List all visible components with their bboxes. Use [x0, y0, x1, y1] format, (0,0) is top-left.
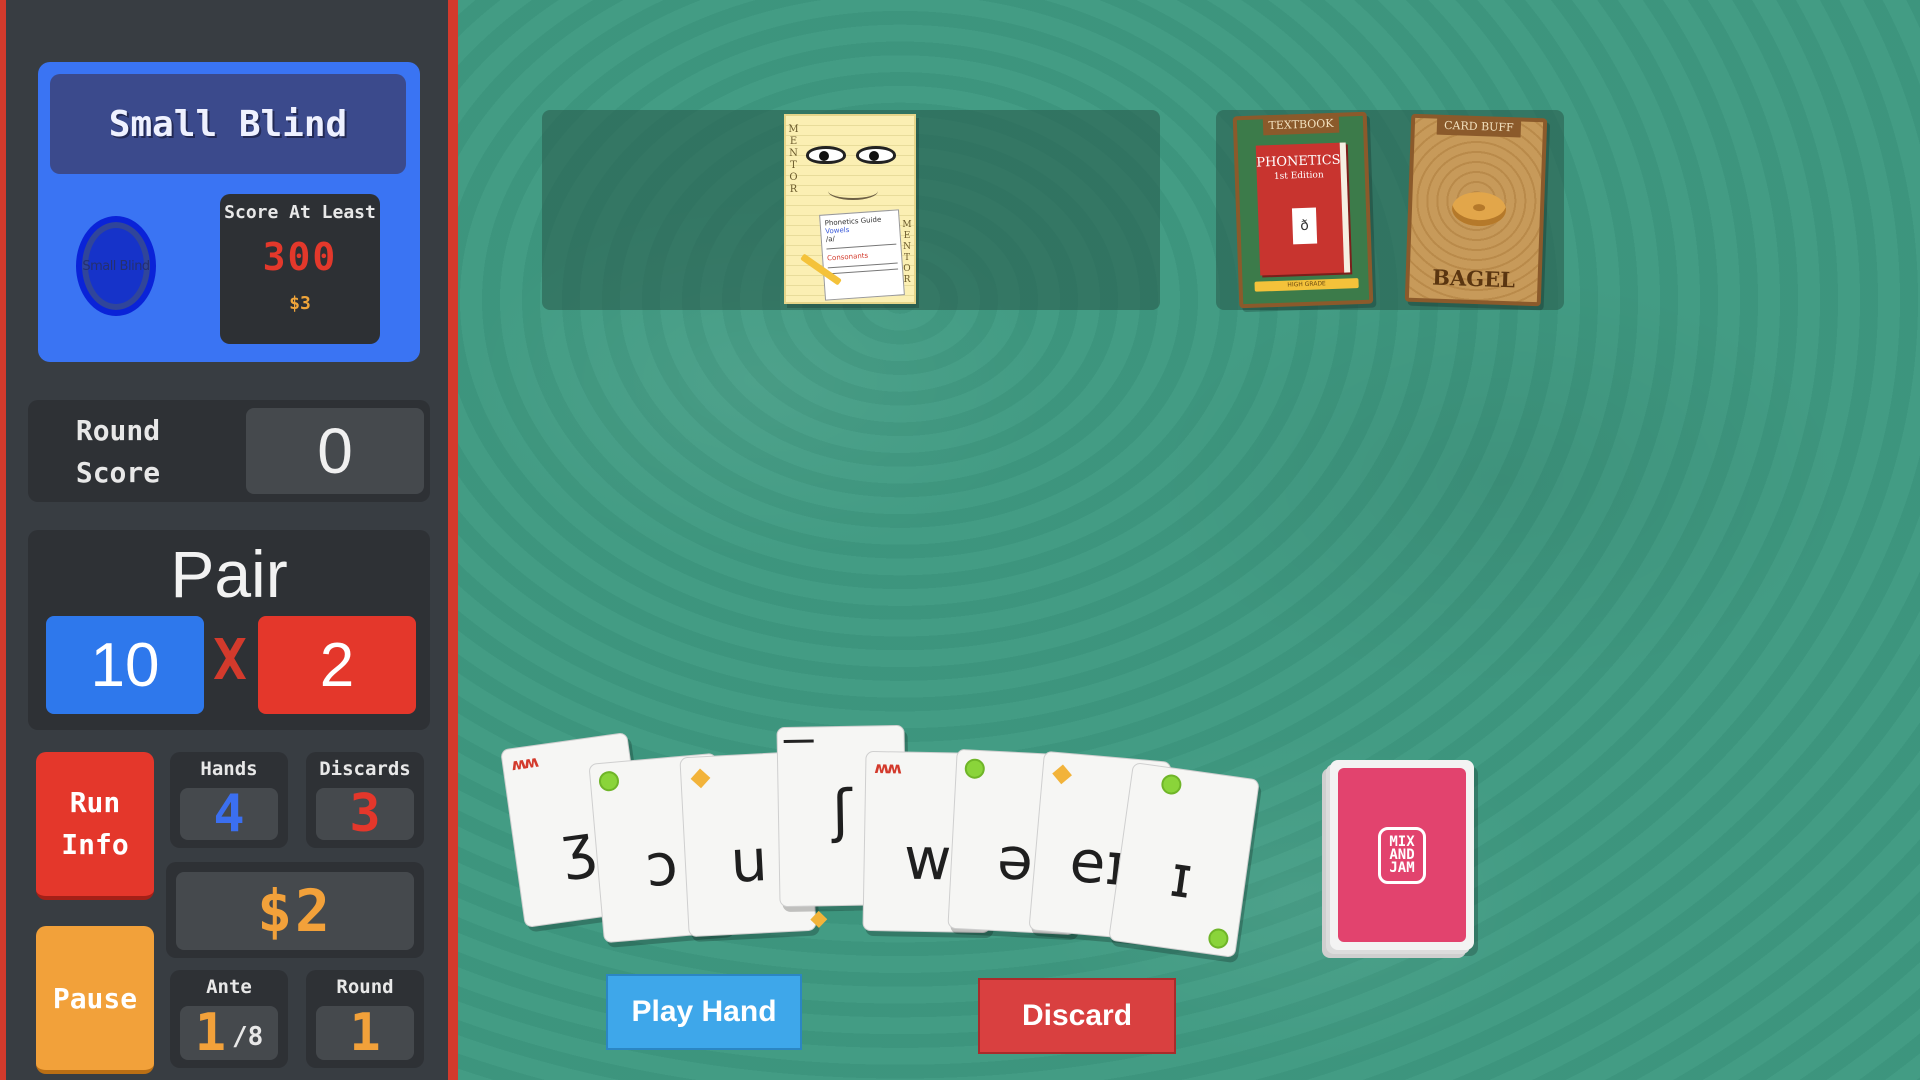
- book-subtitle: 1st Edition: [1273, 170, 1324, 182]
- consumable-card-textbook[interactable]: TEXTBOOK PHONETICS 1st Edition ð HIGH GR…: [1232, 111, 1374, 309]
- bagel-banner: CARD BUFF: [1436, 116, 1522, 138]
- score-target-label: Score At Least: [224, 202, 376, 223]
- score-target-value: 300: [262, 235, 338, 279]
- money-counter: $2: [166, 862, 424, 958]
- card-glyph: ɪ: [1166, 841, 1198, 913]
- times-icon: X: [213, 628, 247, 693]
- round-value: 1: [349, 1003, 381, 1063]
- blind-panel: Small Blind Small Blind Score At Least 3…: [38, 62, 420, 362]
- ante-label: Ante: [206, 976, 252, 998]
- pencil-icon: HIGH GRADE: [1254, 278, 1359, 292]
- round-score-value: 0: [246, 408, 424, 494]
- book-icon: PHONETICS 1st Edition ð: [1255, 142, 1351, 276]
- draw-deck[interactable]: MIX AND JAM: [1330, 760, 1474, 950]
- run-info-button[interactable]: Run Info: [36, 752, 154, 900]
- round-counter: Round 1: [306, 970, 424, 1068]
- joker-eye-icon: [856, 146, 896, 164]
- discards-counter: Discards 3: [306, 752, 424, 848]
- joker-side-label-left: MENTOR: [788, 124, 799, 196]
- joker-mouth-icon: [828, 182, 878, 200]
- score-target-box: Score At Least 300 $3: [220, 194, 380, 344]
- deck-logo-line3: JAM: [1389, 859, 1415, 876]
- textbook-banner: TEXTBOOK: [1262, 114, 1340, 136]
- round-score-label: Round Score: [48, 410, 188, 492]
- money-value: $2: [257, 877, 333, 945]
- sidebar: Small Blind Small Blind Score At Least 3…: [0, 0, 458, 1080]
- chips-value: 10: [46, 616, 204, 714]
- ante-counter: Ante 1 /8: [170, 970, 288, 1068]
- green-dot-icon: [964, 758, 986, 780]
- ante-total: /8: [232, 1022, 264, 1052]
- blind-chip-icon: Small Blind: [76, 216, 156, 316]
- round-label: Round: [336, 976, 394, 998]
- book-title: PHONETICS: [1256, 152, 1341, 171]
- joker-eye-icon: [806, 146, 846, 164]
- hand-type-name: Pair: [170, 537, 288, 611]
- discard-button[interactable]: Discard: [978, 978, 1176, 1054]
- joker-paper-icon: Phonetics Guide Vowels /a/ Consonants: [819, 209, 905, 301]
- discards-label: Discards: [319, 758, 411, 780]
- consumable-card-bagel[interactable]: CARD BUFF BAGEL: [1404, 113, 1548, 307]
- book-glyph: ð: [1291, 207, 1318, 245]
- ante-value: 1: [194, 1003, 226, 1063]
- mix-and-jam-logo-icon: MIX AND JAM: [1378, 826, 1426, 884]
- hands-value: 4: [213, 784, 245, 844]
- green-dot-icon: [598, 770, 620, 793]
- green-dot-icon: [1207, 927, 1230, 950]
- blind-reward: $3: [289, 293, 311, 314]
- hands-label: Hands: [200, 758, 258, 780]
- bagel-name: BAGEL: [1431, 264, 1516, 293]
- pause-button[interactable]: Pause: [36, 926, 154, 1074]
- bagel-icon: [1451, 191, 1507, 228]
- green-dot-icon: [1160, 773, 1183, 796]
- round-score-panel: Round Score 0: [28, 400, 430, 502]
- hand-type-panel: Pair 10 X 2: [28, 530, 430, 730]
- blind-chip-label: Small Blind: [82, 258, 150, 274]
- run-info-label-line1: Run: [69, 786, 121, 819]
- round-score-label-line1: Round: [75, 414, 161, 447]
- run-info-label-line2: Info: [61, 828, 129, 861]
- joker-card-mentor[interactable]: MENTOR MENTOR Phonetics Guide Vowels /a/…: [784, 114, 916, 304]
- diamond-icon: [690, 768, 711, 789]
- play-hand-button[interactable]: Play Hand: [606, 974, 802, 1050]
- diamond-icon: [1052, 764, 1072, 785]
- discards-value: 3: [349, 784, 381, 844]
- hand-card[interactable]: ɪ: [1108, 761, 1260, 959]
- joker-paper-line3: Consonants: [826, 251, 869, 263]
- wave-mark-icon: ʍʍ: [874, 758, 901, 778]
- round-score-label-line2: Score: [75, 456, 161, 489]
- wave-mark-icon: ʍʍ: [509, 751, 538, 775]
- hands-counter: Hands 4: [170, 752, 288, 848]
- bar-mark-icon: [783, 739, 814, 744]
- deck-face: MIX AND JAM: [1338, 768, 1466, 942]
- blind-title: Small Blind: [50, 74, 406, 174]
- mult-value: 2: [258, 616, 416, 714]
